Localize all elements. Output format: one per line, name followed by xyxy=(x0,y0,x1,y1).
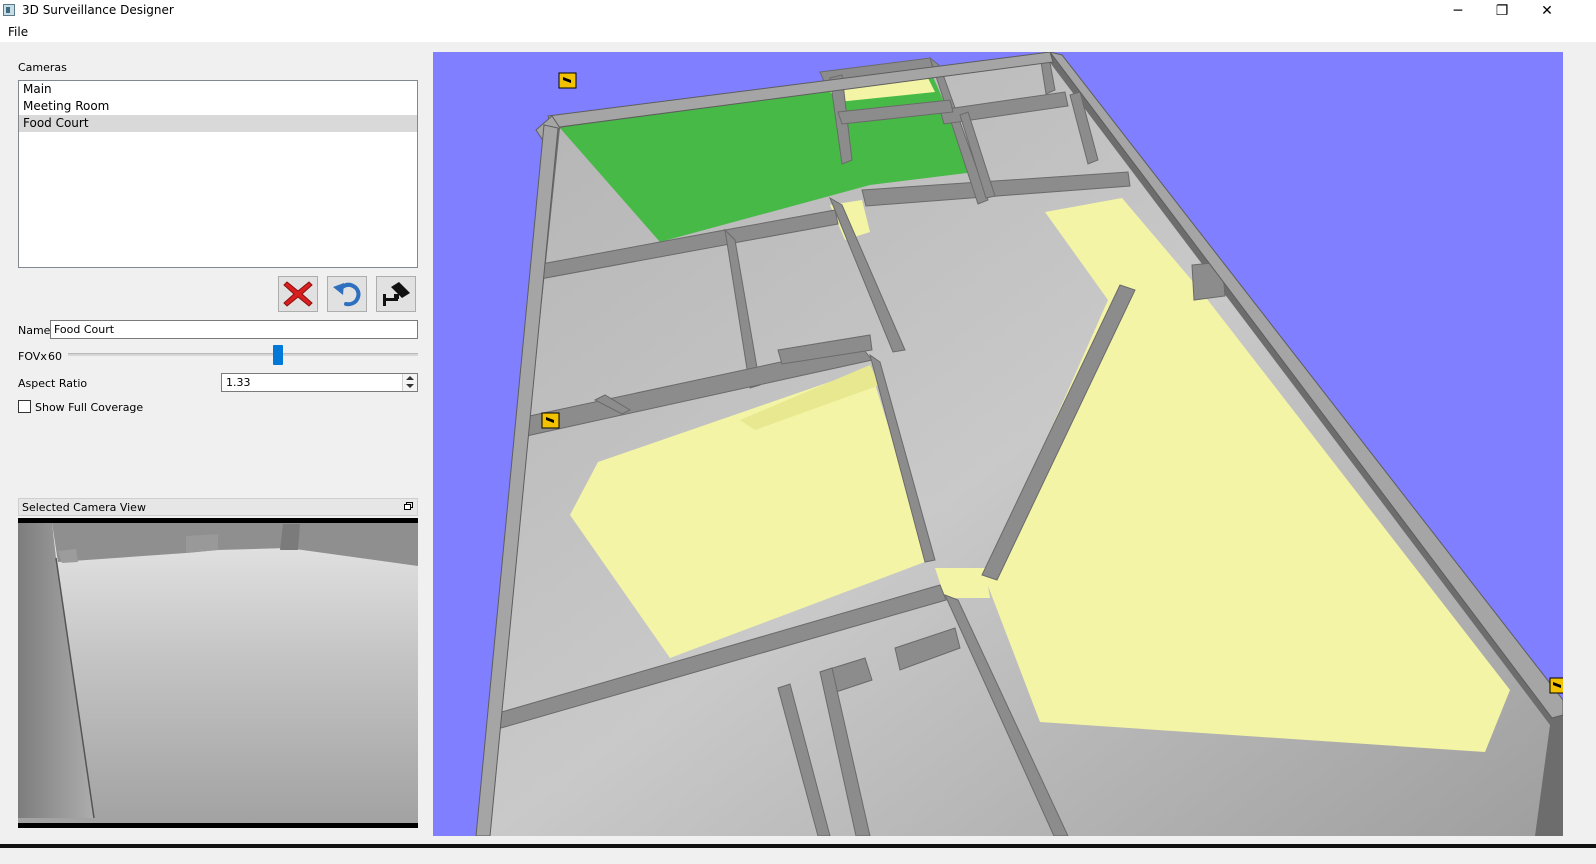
fov-value: 60 xyxy=(48,350,62,363)
fov-slider-track[interactable] xyxy=(68,353,418,356)
camera-icon xyxy=(383,282,410,306)
camera-marker-food-court xyxy=(1549,677,1563,694)
restore-button[interactable]: ❐ xyxy=(1479,0,1525,22)
window-title: 3D Surveillance Designer xyxy=(22,3,174,17)
camera-view-dock-title: Selected Camera View xyxy=(18,498,418,516)
camera-view-title: Selected Camera View xyxy=(22,501,146,514)
fov-label: FOVx xyxy=(18,350,47,363)
camera-view-render xyxy=(18,518,418,828)
camera-list[interactable]: Main Meeting Room Food Court xyxy=(18,80,418,268)
minimize-button[interactable]: ─ xyxy=(1435,0,1481,22)
list-item[interactable]: Meeting Room xyxy=(19,98,417,115)
title-bar: 3D Surveillance Designer ─ ❐ ✕ xyxy=(0,0,1596,22)
spin-buttons[interactable] xyxy=(402,374,417,391)
bottom-border xyxy=(0,844,1596,848)
menu-bar: File xyxy=(0,22,1596,42)
show-full-coverage-checkbox[interactable] xyxy=(18,400,31,413)
camera-marker-main xyxy=(558,72,577,89)
spin-up-icon[interactable] xyxy=(406,376,414,380)
spin-down-icon[interactable] xyxy=(406,384,414,388)
menu-file[interactable]: File xyxy=(8,25,28,39)
name-field[interactable]: Food Court xyxy=(50,320,418,339)
delete-camera-button[interactable] xyxy=(278,276,318,312)
camera-view-scene xyxy=(18,518,418,828)
name-field-value: Food Court xyxy=(54,323,115,336)
red-x-icon xyxy=(283,281,313,307)
list-item[interactable]: Main xyxy=(19,81,417,98)
name-label: Name xyxy=(18,324,51,337)
camera-marker-meeting-room xyxy=(541,412,560,429)
list-item-selected[interactable]: Food Court xyxy=(19,115,417,132)
aspect-ratio-value: 1.33 xyxy=(226,376,251,389)
close-window-button[interactable]: ✕ xyxy=(1524,0,1570,22)
floor-plan-scene xyxy=(475,52,1563,836)
cameras-label: Cameras xyxy=(18,61,67,74)
aspect-ratio-spinbox[interactable]: 1.33 xyxy=(221,373,418,392)
minimize-icon: ─ xyxy=(1453,3,1463,19)
float-dock-icon[interactable] xyxy=(404,502,413,510)
aspect-ratio-label: Aspect Ratio xyxy=(18,377,88,390)
undo-button[interactable] xyxy=(327,276,367,312)
show-full-coverage-label: Show Full Coverage xyxy=(35,401,144,414)
add-camera-button[interactable] xyxy=(376,276,416,312)
3d-viewport[interactable] xyxy=(433,52,1563,836)
close-icon: ✕ xyxy=(1541,3,1553,19)
app-icon xyxy=(3,4,15,16)
undo-arrow-icon xyxy=(333,282,361,307)
fov-slider-handle[interactable] xyxy=(273,345,283,365)
restore-icon: ❐ xyxy=(1495,3,1509,19)
